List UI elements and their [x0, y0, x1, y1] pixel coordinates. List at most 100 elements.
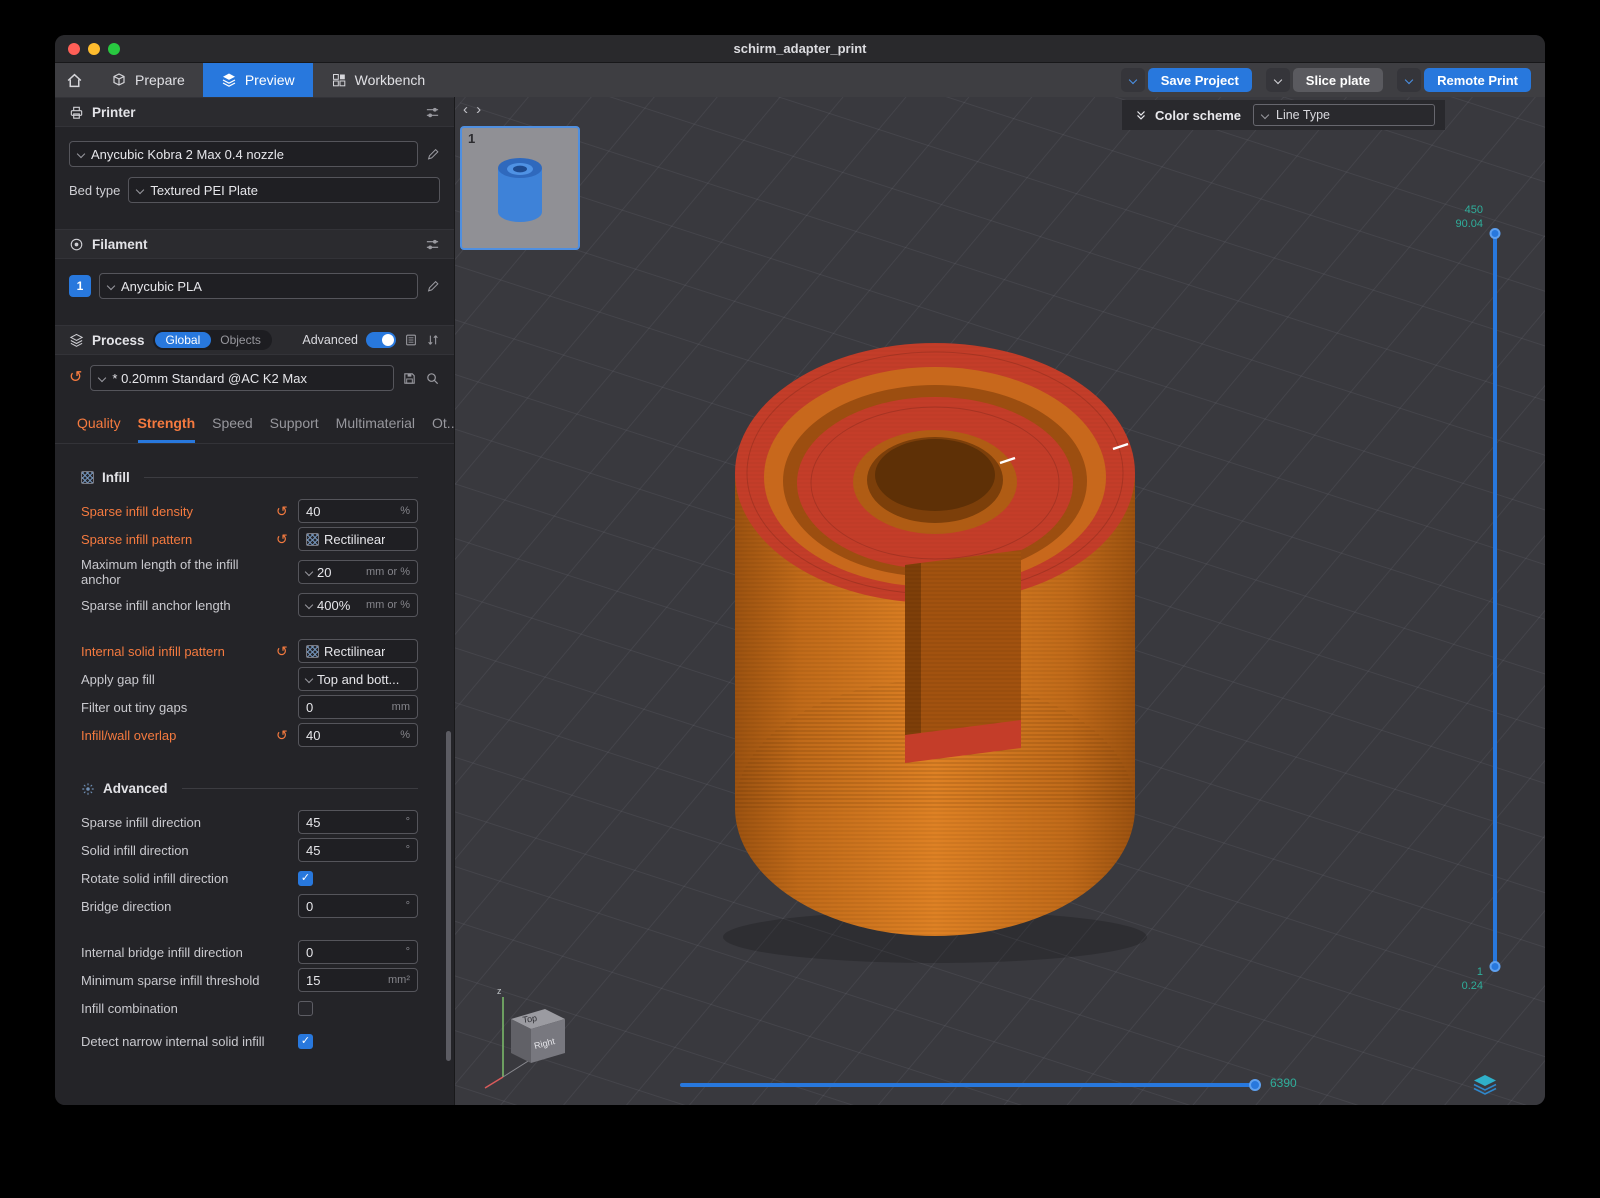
setting-row: Rotate solid infill direction ✓ — [81, 866, 418, 890]
tab-quality[interactable]: Quality — [77, 415, 121, 443]
printer-select-value: Anycubic Kobra 2 Max 0.4 nozzle — [91, 147, 284, 162]
bed-type-label: Bed type — [69, 183, 120, 198]
chevron-down-icon — [136, 186, 144, 194]
tab-speed[interactable]: Speed — [212, 415, 252, 443]
remote-print-button[interactable]: Remote Print — [1424, 68, 1531, 92]
infill-combination-checkbox[interactable]: ✓ — [298, 1001, 313, 1016]
layers-icon — [1473, 1074, 1497, 1096]
minimize-window-button[interactable] — [88, 43, 100, 55]
swap-arrows-icon — [426, 333, 440, 347]
setting-label: Filter out tiny gaps — [81, 700, 276, 715]
remote-print-group: Remote Print — [1397, 68, 1531, 92]
sidebar-scrollbar[interactable] — [446, 731, 451, 1061]
save-project-button[interactable]: Save Project — [1148, 68, 1252, 92]
solid-infill-direction-input[interactable]: 45° — [298, 838, 418, 862]
setting-label: Sparse infill pattern — [81, 532, 276, 547]
scope-global-button[interactable]: Global — [155, 332, 212, 348]
internal-solid-infill-pattern-select[interactable]: Rectilinear — [298, 639, 418, 663]
slice-plate-group: Slice plate — [1266, 68, 1383, 92]
min-sparse-infill-threshold-input[interactable]: 15mm² — [298, 968, 418, 992]
reset-icon[interactable]: ↺ — [276, 728, 288, 742]
bridge-direction-input[interactable]: 0° — [298, 894, 418, 918]
preset-transfer-button[interactable] — [426, 333, 440, 347]
layers-view-button[interactable] — [1473, 1074, 1497, 1101]
filament-settings-button[interactable] — [425, 237, 440, 252]
scope-objects-button[interactable]: Objects — [211, 332, 270, 348]
window-title: schirm_adapter_print — [734, 41, 867, 56]
close-window-button[interactable] — [68, 43, 80, 55]
chevron-down-icon — [77, 150, 85, 158]
color-scheme-select[interactable]: Line Type — [1253, 104, 1435, 126]
slice-plate-button[interactable]: Slice plate — [1293, 68, 1383, 92]
tab-prepare-label: Prepare — [135, 72, 185, 88]
reset-icon[interactable]: ↺ — [276, 532, 288, 546]
tab-preview[interactable]: Preview — [203, 63, 313, 97]
zoom-window-button[interactable] — [108, 43, 120, 55]
double-chevron-icon — [1134, 108, 1148, 122]
settings-scroll-area[interactable]: Infill Sparse infill density ↺ 40% Spars… — [55, 444, 454, 1105]
tab-prepare[interactable]: Prepare — [93, 63, 203, 97]
printer-section-body: Anycubic Kobra 2 Max 0.4 nozzle Bed type… — [55, 127, 454, 221]
sparse-infill-pattern-select[interactable]: Rectilinear — [298, 527, 418, 551]
orientation-gizmo[interactable]: z Top Right — [473, 981, 569, 1091]
viewport-3d[interactable]: ‹ › 1 Color scheme — [455, 97, 1545, 1105]
tab-workbench[interactable]: Workbench — [313, 63, 444, 97]
layer-slider-top-handle[interactable] — [1490, 228, 1501, 239]
filament-select[interactable]: Anycubic PLA — [99, 273, 418, 299]
prepare-icon — [111, 72, 127, 88]
preset-row: ↺ * 0.20mm Standard @AC K2 Max — [55, 355, 454, 395]
chevron-down-icon — [107, 282, 115, 290]
setting-label: Rotate solid infill direction — [81, 871, 276, 886]
edit-filament-button[interactable] — [426, 279, 440, 293]
tab-multimaterial[interactable]: Multimaterial — [336, 415, 415, 443]
filament-section-title: Filament — [92, 237, 148, 252]
filter-tiny-gaps-input[interactable]: 0mm — [298, 695, 418, 719]
step-slider[interactable] — [680, 1083, 1255, 1087]
apply-gap-fill-select[interactable]: Top and bott... — [298, 667, 418, 691]
rotate-solid-infill-checkbox[interactable]: ✓ — [298, 871, 313, 886]
edit-printer-button[interactable] — [426, 147, 440, 161]
color-scheme-label: Color scheme — [1155, 108, 1241, 123]
plate-thumbnail[interactable]: 1 — [460, 126, 580, 250]
chevron-down-icon — [305, 601, 313, 609]
setting-row: Infill/wall overlap ↺ 40% — [81, 723, 418, 747]
layer-slider-bottom-handle[interactable] — [1490, 961, 1501, 972]
preset-list-button[interactable] — [404, 333, 418, 347]
preset-reset-icon[interactable]: ↺ — [69, 370, 82, 386]
reset-icon[interactable]: ↺ — [276, 504, 288, 518]
infill-group: Infill Sparse infill density ↺ 40% Spars… — [81, 470, 418, 747]
infill-wall-overlap-input[interactable]: 40% — [298, 723, 418, 747]
sparse-infill-density-input[interactable]: 40% — [298, 499, 418, 523]
infill-anchor-length-select[interactable]: 400%mm or % — [298, 593, 418, 617]
step-slider-handle[interactable] — [1249, 1079, 1261, 1091]
remote-print-dropdown-button[interactable] — [1397, 68, 1421, 92]
tab-other[interactable]: Ot... — [432, 415, 455, 443]
home-button[interactable] — [55, 63, 93, 97]
sparse-infill-direction-input[interactable]: 45° — [298, 810, 418, 834]
home-icon — [66, 72, 83, 89]
infill-anchor-max-length-select[interactable]: 20mm or % — [298, 560, 418, 584]
tab-strength[interactable]: Strength — [138, 415, 196, 443]
setting-label: Sparse infill anchor length — [81, 598, 276, 613]
search-preset-button[interactable] — [425, 371, 440, 386]
save-project-dropdown-button[interactable] — [1121, 68, 1145, 92]
save-preset-button[interactable] — [402, 371, 417, 386]
tab-support[interactable]: Support — [270, 415, 319, 443]
sliced-model — [455, 97, 1545, 1105]
sidebar-collapse-control[interactable]: ‹ › — [463, 101, 483, 118]
tune-icon — [425, 237, 440, 252]
setting-label: Infill/wall overlap — [81, 728, 276, 743]
setting-label: Detect narrow internal solid infill — [81, 1034, 276, 1049]
advanced-group-title: Advanced — [103, 781, 168, 796]
reset-icon[interactable]: ↺ — [276, 644, 288, 658]
advanced-toggle[interactable] — [366, 332, 396, 348]
printer-select[interactable]: Anycubic Kobra 2 Max 0.4 nozzle — [69, 141, 418, 167]
detect-narrow-solid-infill-checkbox[interactable]: ✓ — [298, 1034, 313, 1049]
setting-row: Infill combination ✓ — [81, 996, 418, 1020]
process-preset-select[interactable]: * 0.20mm Standard @AC K2 Max — [90, 365, 394, 391]
layer-slider[interactable] — [1493, 233, 1497, 967]
printer-settings-button[interactable] — [425, 105, 440, 120]
slice-plate-dropdown-button[interactable] — [1266, 68, 1290, 92]
internal-bridge-direction-input[interactable]: 0° — [298, 940, 418, 964]
bed-type-select[interactable]: Textured PEI Plate — [128, 177, 440, 203]
